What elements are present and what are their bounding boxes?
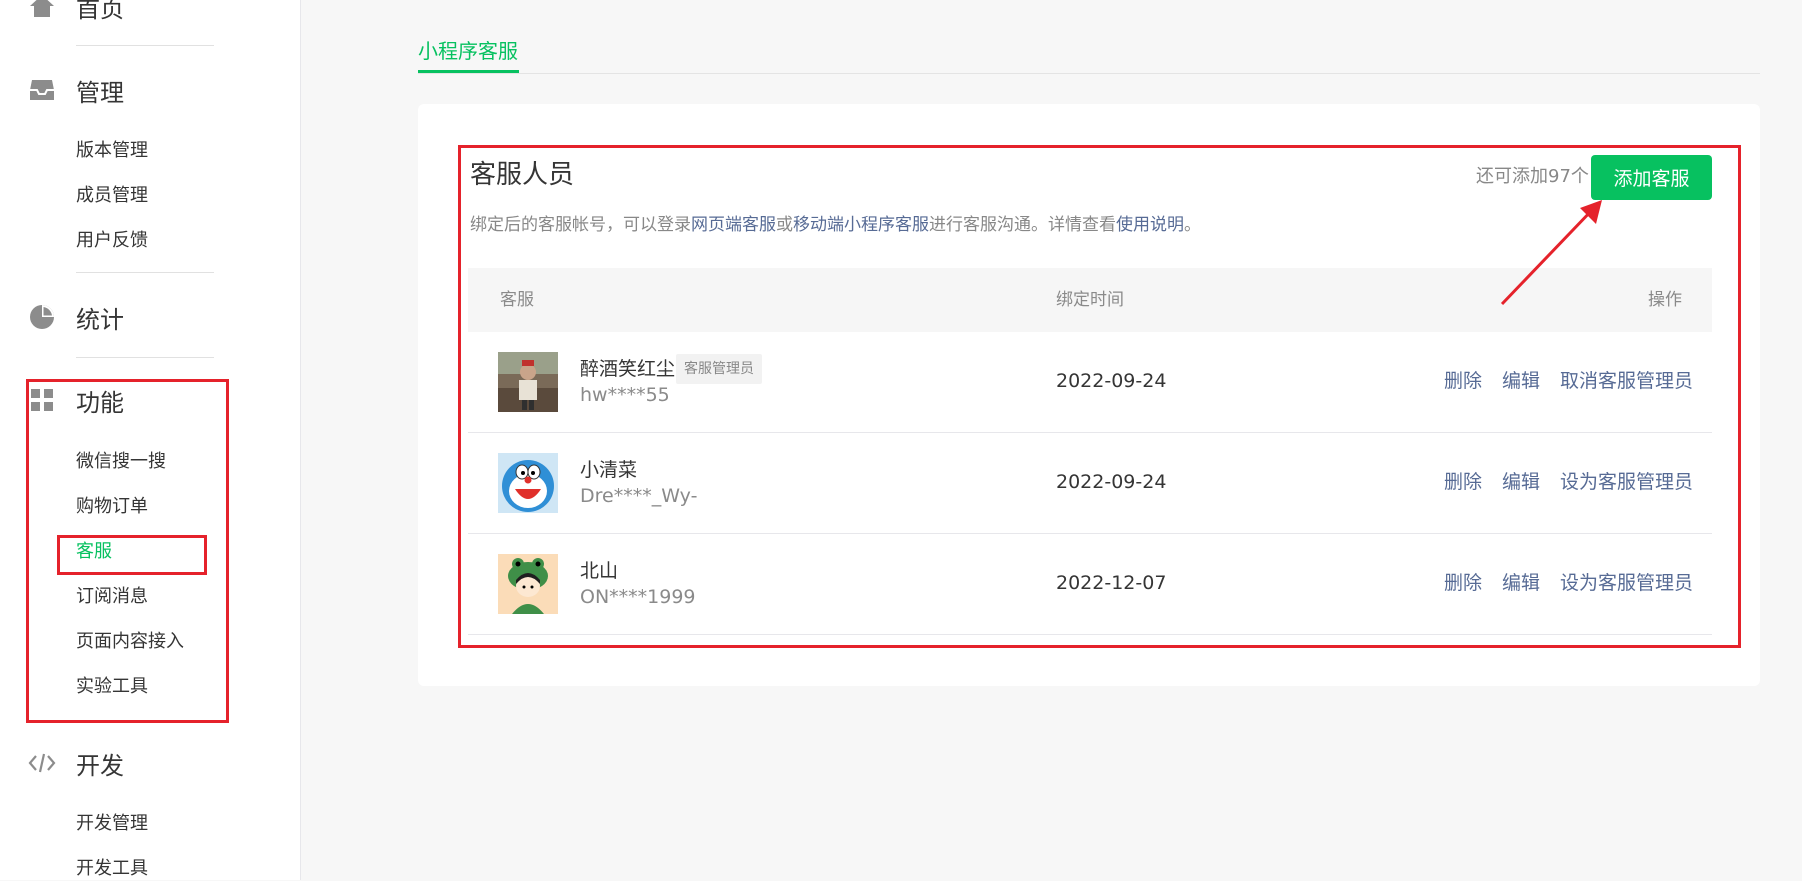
sidebar-item-wechat-search[interactable]: 微信搜一搜 (76, 450, 166, 474)
set-admin-link[interactable]: 设为客服管理员 (1560, 570, 1693, 596)
sidebar-item-dev-tools[interactable]: 开发工具 (76, 857, 148, 881)
edit-link[interactable]: 编辑 (1502, 469, 1540, 495)
admin-badge: 客服管理员 (676, 354, 762, 384)
sidebar-item-page-content[interactable]: 页面内容接入 (76, 630, 184, 654)
divider (76, 45, 214, 46)
sidebar-group-features[interactable]: 功能 (28, 380, 124, 420)
avatar (498, 352, 558, 412)
home-icon (28, 0, 56, 20)
remaining-count: 还可添加97个 (1476, 166, 1589, 187)
section-description: 绑定后的客服帐号，可以登录网页端客服或移动端小程序客服进行客服沟通。详情查看使用… (470, 212, 1201, 238)
service-account: hw****55 (580, 384, 670, 406)
sidebar-item-customer-service[interactable]: 客服 (76, 540, 112, 564)
sidebar-item-version[interactable]: 版本管理 (76, 139, 148, 163)
sidebar-home-label: 首页 (76, 0, 124, 23)
divider (76, 357, 214, 358)
avatar (498, 453, 558, 513)
sidebar-item-experiment-tools[interactable]: 实验工具 (76, 675, 148, 699)
grid-icon (28, 386, 56, 414)
bind-date: 2022-12-07 (1056, 572, 1167, 594)
delete-link[interactable]: 删除 (1444, 368, 1482, 394)
service-account: ON****1999 (580, 586, 696, 608)
divider (76, 272, 214, 273)
bind-date: 2022-09-24 (1056, 370, 1167, 392)
sidebar-item-dev-manage[interactable]: 开发管理 (76, 812, 148, 836)
avatar (498, 554, 558, 614)
sidebar-item-feedback[interactable]: 用户反馈 (76, 229, 148, 253)
sidebar-item-home[interactable]: 首页 (28, 0, 124, 26)
desc-text: 绑定后的客服帐号，可以登录 (470, 215, 691, 235)
desc-text: 进行客服沟通。详情查看 (929, 215, 1116, 235)
sidebar-group-dev[interactable]: 开发 (28, 743, 124, 783)
inbox-icon (28, 76, 56, 104)
sidebar-group-title: 管理 (76, 78, 124, 107)
sidebar: 首页 管理 版本管理 成员管理 用户反馈 统计 功能 微信搜一搜 购物订单 客服… (0, 0, 301, 880)
service-name: 醉酒笑红尘 (580, 358, 676, 380)
service-name: 小清菜 (580, 459, 638, 481)
desc-text: 。 (1184, 215, 1201, 235)
column-header-actions: 操作 (1648, 290, 1682, 310)
sidebar-item-subscribe-message[interactable]: 订阅消息 (76, 585, 148, 609)
add-service-button[interactable]: 添加客服 (1591, 155, 1712, 200)
tab-divider (418, 73, 1760, 74)
edit-link[interactable]: 编辑 (1502, 570, 1540, 596)
column-header-service: 客服 (500, 290, 534, 310)
delete-link[interactable]: 删除 (1444, 469, 1482, 495)
desc-text: 或 (776, 215, 793, 235)
sidebar-group-title: 统计 (76, 305, 124, 334)
delete-link[interactable]: 删除 (1444, 570, 1482, 596)
tab-miniprogram-service[interactable]: 小程序客服 (418, 36, 518, 66)
section-title: 客服人员 (470, 160, 575, 190)
service-account: Dre****_Wy- (580, 485, 698, 507)
cancel-admin-link[interactable]: 取消客服管理员 (1560, 368, 1693, 394)
mobile-service-link[interactable]: 移动端小程序客服 (793, 215, 929, 235)
bind-date: 2022-09-24 (1056, 471, 1167, 493)
sidebar-group-stats[interactable]: 统计 (28, 297, 124, 337)
table-row: 醉酒笑红尘 客服管理员 hw****55 2022-09-24 删除 编辑 取消… (468, 332, 1712, 433)
usage-guide-link[interactable]: 使用说明 (1116, 215, 1184, 235)
sidebar-group-manage[interactable]: 管理 (28, 70, 124, 110)
sidebar-group-title: 开发 (76, 751, 124, 780)
sidebar-item-members[interactable]: 成员管理 (76, 184, 148, 208)
pie-chart-icon (28, 303, 56, 331)
set-admin-link[interactable]: 设为客服管理员 (1560, 469, 1693, 495)
sidebar-group-title: 功能 (76, 388, 124, 417)
sidebar-item-orders[interactable]: 购物订单 (76, 495, 148, 519)
edit-link[interactable]: 编辑 (1502, 368, 1540, 394)
column-header-bind-time: 绑定时间 (1056, 290, 1124, 310)
table-header: 客服 绑定时间 操作 (468, 268, 1712, 332)
table-row: 小清菜 Dre****_Wy- 2022-09-24 删除 编辑 设为客服管理员 (468, 433, 1712, 534)
annotation-highlight-box (26, 379, 229, 723)
web-service-link[interactable]: 网页端客服 (691, 215, 776, 235)
table-row: 北山 ON****1999 2022-12-07 删除 编辑 设为客服管理员 (468, 534, 1712, 635)
service-name: 北山 (580, 560, 619, 582)
code-icon (28, 749, 56, 777)
